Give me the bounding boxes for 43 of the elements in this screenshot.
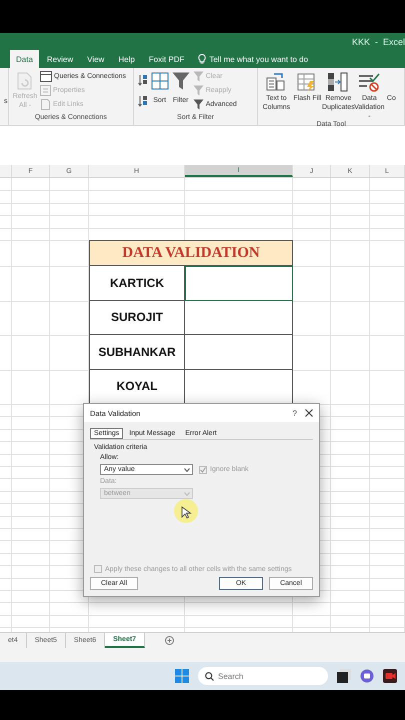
tell-me-search[interactable]: Tell me what you want to do <box>209 54 308 64</box>
add-sheet-icon[interactable] <box>165 636 174 645</box>
ribbon-tab[interactable]: Review <box>40 50 80 68</box>
data-validation-icon <box>358 72 380 92</box>
window-title: KKK - Excel <box>352 36 405 46</box>
funnel-icon <box>192 99 204 110</box>
check-icon <box>200 466 206 472</box>
lightbulb-icon <box>198 54 206 64</box>
columns-icon <box>266 72 286 92</box>
sort-ascending-descending-icon[interactable] <box>138 74 148 108</box>
table-cell[interactable] <box>185 370 293 404</box>
chevron-icon <box>184 492 190 496</box>
funnel-icon <box>172 72 190 90</box>
table-cell: SUROJIT <box>89 300 185 335</box>
chevron-icon <box>184 468 190 472</box>
sort-icon <box>150 72 169 90</box>
ribbon-tab[interactable]: Foxit PDF <box>142 50 190 68</box>
recorder-icon[interactable] <box>383 669 397 683</box>
table-cell: KOYAL <box>89 370 185 404</box>
table-icon <box>40 71 52 82</box>
funnel-icon <box>192 85 204 96</box>
table-cell[interactable] <box>185 266 293 300</box>
table-cell: KARTICK <box>89 266 185 300</box>
chat-icon[interactable] <box>360 669 374 683</box>
ribbon-tab[interactable]: Data <box>10 50 39 68</box>
search-icon <box>205 672 214 680</box>
refresh-icon <box>17 72 33 90</box>
help-button[interactable]: ? <box>292 408 297 418</box>
table-cell: SUBHANKAR <box>89 335 185 370</box>
table-cell[interactable] <box>185 335 293 370</box>
windows-start-icon[interactable] <box>175 669 189 683</box>
table-cell[interactable] <box>185 300 293 335</box>
ribbon-tab[interactable]: Help <box>112 50 141 68</box>
list-icon <box>40 85 51 96</box>
flash-fill-icon <box>297 72 318 92</box>
table-title: DATA VALIDATION <box>89 240 293 266</box>
remove-duplicates-icon <box>327 72 350 92</box>
task-view-icon[interactable] <box>337 669 351 683</box>
funnel-icon <box>192 71 204 82</box>
document-icon <box>40 99 51 110</box>
close-icon[interactable] <box>305 409 313 417</box>
search-field[interactable]: Search <box>198 667 328 685</box>
ribbon-tab[interactable]: View <box>81 50 110 68</box>
